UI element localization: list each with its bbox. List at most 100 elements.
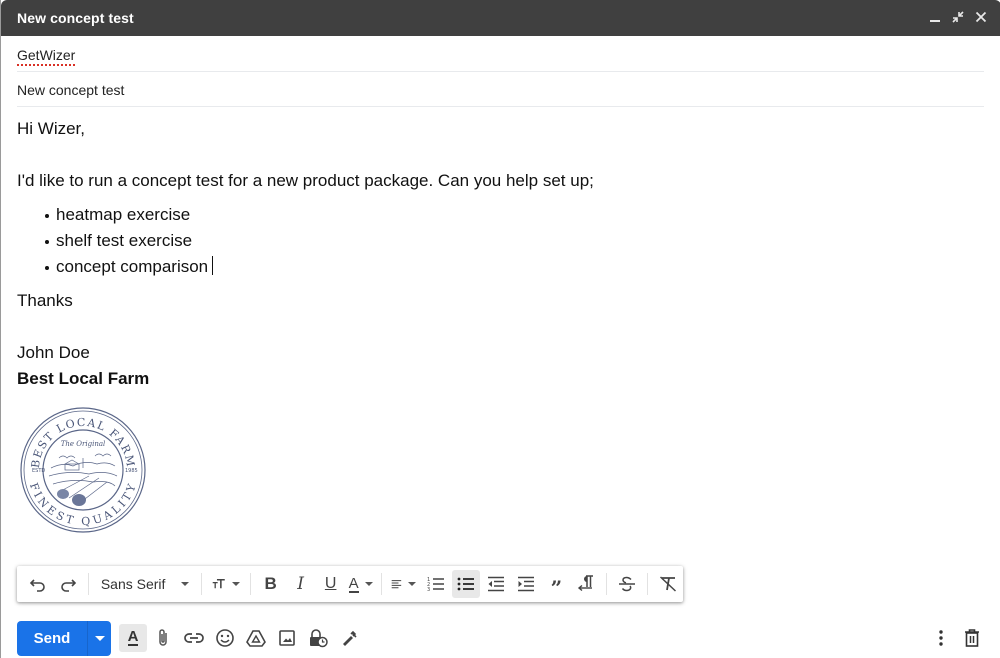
right-to-left-button[interactable]: [572, 570, 600, 598]
to-field[interactable]: GetWizer: [17, 37, 984, 72]
bullet-list: heatmap exercise shelf test exercise con…: [17, 202, 977, 280]
exit-fullscreen-button[interactable]: [948, 8, 968, 28]
paperclip-icon: [158, 629, 167, 646]
insert-emoji-button[interactable]: [209, 623, 240, 654]
discard-draft-button[interactable]: [956, 623, 987, 654]
logo-left-text: ESTD: [32, 468, 45, 474]
underline-button[interactable]: U: [317, 570, 345, 598]
toolbar-divider: [606, 573, 608, 595]
exit-fullscreen-icon: [952, 11, 964, 23]
farm-logo: BEST LOCAL FARM FINEST QUALITY The Origi…: [20, 407, 146, 533]
indent-more-button[interactable]: [512, 570, 540, 598]
pilcrow-rtl-icon: [578, 575, 594, 592]
numbered-list-icon: 123: [427, 577, 445, 592]
remove-formatting-icon: [659, 576, 677, 592]
text-color-button[interactable]: A: [347, 570, 375, 598]
italic-button[interactable]: I: [287, 570, 315, 598]
drive-icon: [245, 630, 266, 647]
font-size-icon: [212, 578, 225, 589]
numbered-list-button[interactable]: 123: [422, 570, 450, 598]
emoji-icon: [215, 629, 234, 647]
minimize-icon: [930, 20, 940, 22]
strikethrough-button[interactable]: [613, 570, 641, 598]
align-button[interactable]: [387, 570, 420, 598]
list-item: concept comparison: [45, 254, 977, 280]
close-icon: [975, 11, 987, 23]
undo-button[interactable]: [24, 570, 52, 598]
italic-icon: I: [297, 574, 305, 594]
message-body[interactable]: Hi Wizer, I'd like to run a concept test…: [17, 108, 977, 392]
indent-less-icon: [488, 576, 505, 592]
bold-button[interactable]: B: [257, 570, 285, 598]
text-format-icon: A: [127, 628, 139, 646]
redo-button[interactable]: [54, 570, 82, 598]
chevron-down-icon: [408, 582, 417, 586]
photo-icon: [278, 630, 295, 646]
greeting: Hi Wizer,: [17, 119, 85, 138]
schedule-send-dropdown[interactable]: [87, 620, 111, 656]
list-item: heatmap exercise: [45, 202, 977, 228]
signature-company: Best Local Farm: [17, 369, 150, 388]
confidential-mode-button[interactable]: [302, 623, 333, 654]
compose-title: New concept test: [17, 10, 134, 26]
text-cursor: [212, 256, 214, 275]
chevron-down-icon: [364, 582, 373, 586]
send-button[interactable]: Send: [17, 621, 87, 656]
font-family-value: Sans Serif: [100, 576, 166, 592]
indent-less-button[interactable]: [482, 570, 510, 598]
toolbar-divider: [88, 573, 89, 595]
bold-icon: B: [264, 574, 277, 593]
attach-files-button[interactable]: [147, 623, 178, 654]
underline-icon: U: [324, 575, 337, 592]
right-tools: [925, 620, 987, 656]
subject-value[interactable]: New concept test: [17, 82, 124, 98]
more-options-button[interactable]: [925, 623, 956, 654]
bulleted-list-icon: [457, 577, 475, 591]
insert-drive-file-button[interactable]: [240, 623, 271, 654]
compose-title-bar[interactable]: New concept test: [1, 0, 1000, 36]
font-family-select[interactable]: Sans Serif: [95, 570, 195, 598]
toolbar-divider: [249, 573, 251, 595]
insert-link-button[interactable]: [178, 623, 209, 654]
toolbar-divider: [380, 573, 382, 595]
list-item: shelf test exercise: [45, 228, 977, 254]
signature-name: John Doe: [17, 343, 90, 362]
text-color-icon: A: [348, 574, 359, 593]
chevron-down-icon: [94, 635, 105, 641]
link-icon: [183, 633, 204, 643]
align-left-icon: [392, 580, 402, 589]
trash-icon: [964, 629, 979, 647]
remove-formatting-button[interactable]: [654, 570, 682, 598]
logo-right-text: 1985: [125, 468, 138, 474]
chevron-down-icon: [180, 582, 189, 586]
font-size-button[interactable]: [208, 570, 244, 598]
formatting-options-button[interactable]: A: [119, 624, 147, 652]
compose-window: New concept test GetWizer New concept te…: [0, 0, 1000, 658]
quote-button[interactable]: ”: [542, 570, 570, 598]
formatting-toolbar: Sans Serif B I U A 123 ”: [17, 566, 683, 602]
pen-icon: [342, 630, 357, 646]
toolbar-divider: [200, 573, 202, 595]
logo-center-text: The Original: [61, 440, 106, 448]
to-recipient[interactable]: GetWizer: [17, 47, 75, 63]
lock-clock-icon: [309, 629, 328, 648]
insert-signature-button[interactable]: [333, 623, 364, 654]
minimize-button[interactable]: [925, 8, 945, 28]
closing: Thanks: [17, 291, 73, 310]
svg-text:3: 3: [427, 587, 430, 592]
chevron-down-icon: [231, 582, 240, 586]
strikethrough-icon: [619, 576, 636, 592]
insert-photo-button[interactable]: [271, 623, 302, 654]
subject-field[interactable]: New concept test: [17, 72, 984, 107]
bulleted-list-button[interactable]: [452, 570, 481, 598]
redo-icon: [61, 579, 77, 592]
undo-icon: [29, 579, 45, 592]
send-button-group: Send: [17, 620, 111, 656]
close-button[interactable]: [971, 8, 991, 28]
indent-more-icon: [518, 576, 535, 592]
toolbar-divider: [647, 573, 648, 595]
quote-icon: ”: [550, 576, 563, 600]
intro-text: I'd like to run a concept test for a new…: [17, 171, 594, 190]
compose-bottom-bar: Send A: [17, 620, 987, 656]
more-vert-icon: [938, 630, 943, 646]
